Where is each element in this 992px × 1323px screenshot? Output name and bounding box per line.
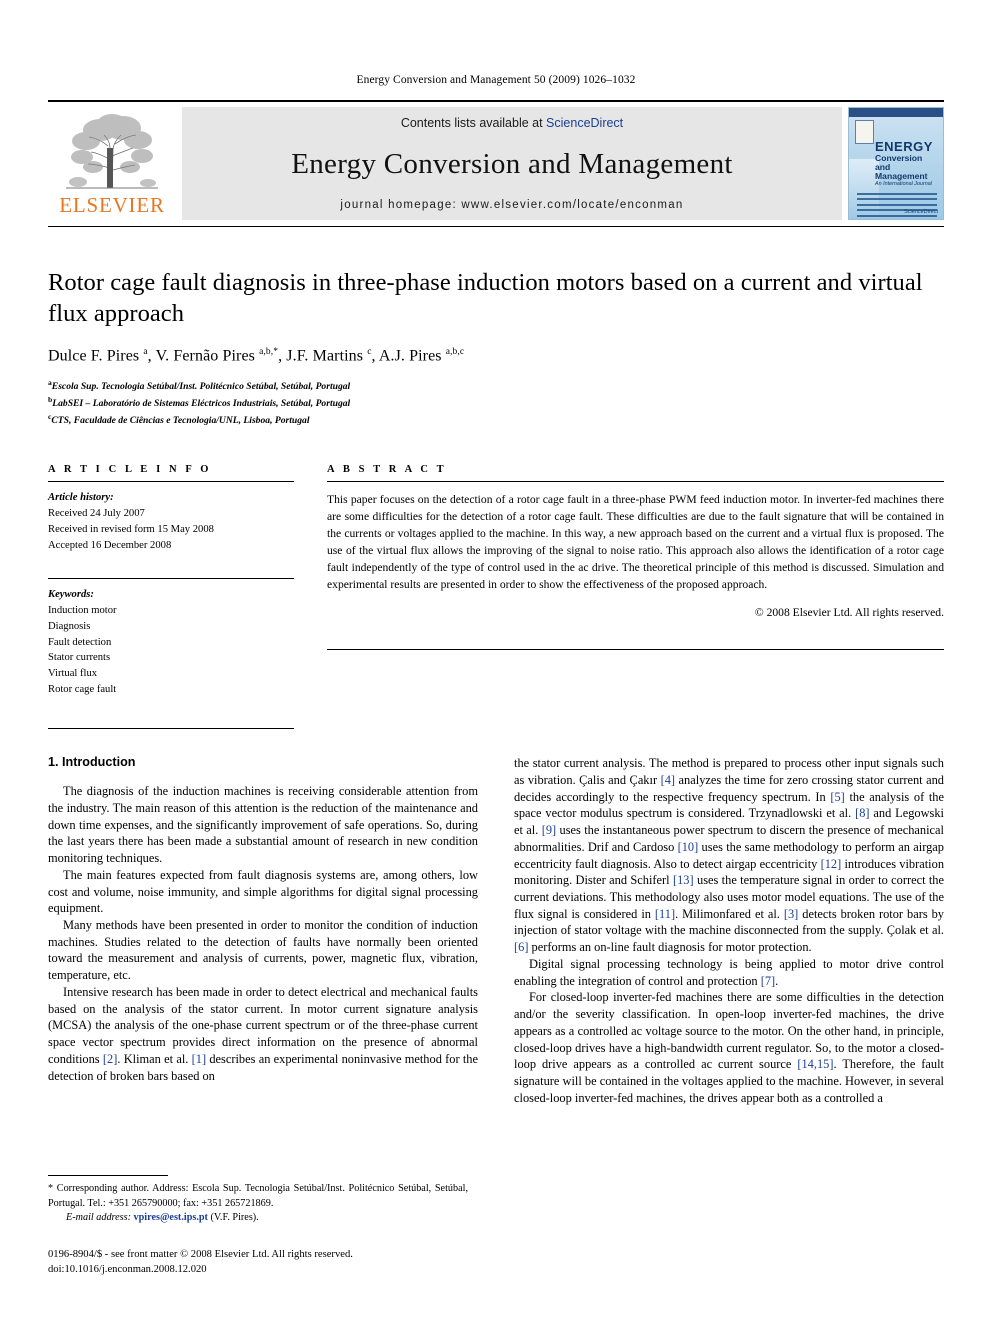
contents-line: Contents lists available at ScienceDirec… <box>401 116 623 130</box>
journal-band: Contents lists available at ScienceDirec… <box>182 107 842 220</box>
keyword-item: Stator currents <box>48 652 111 664</box>
cover-top-bar <box>849 108 943 117</box>
citation-link[interactable]: [2] <box>103 1052 117 1066</box>
paper-page: Energy Conversion and Management 50 (200… <box>0 0 992 1323</box>
article-info-bottom-rule <box>48 728 294 730</box>
cover-title: ENERGY Conversion and Management An Inte… <box>875 140 939 187</box>
abstract-text: This paper focuses on the detection of a… <box>327 493 944 592</box>
paragraph-with-refs: Digital signal processing technology is … <box>514 956 944 988</box>
paragraph-with-refs: For closed-loop inverter-fed machines th… <box>514 990 944 1105</box>
paragraph-with-refs: the stator current analysis. The method … <box>514 756 945 955</box>
keyword-item: Induction motor <box>48 604 117 616</box>
citation-link[interactable]: [8] <box>855 806 869 820</box>
elsevier-tree-icon <box>60 108 164 194</box>
footnote-area: * Corresponding author. Address: Escola … <box>48 1175 468 1277</box>
email-label: E-mail address: <box>66 1212 131 1224</box>
body-column-left: 1. Introduction The diagnosis of the ind… <box>48 755 478 1106</box>
article-history-label: Article history: <box>48 492 114 504</box>
affiliation-item: bLabSEI – Laboratório de Sistemas Eléctr… <box>48 395 351 410</box>
citation-link[interactable]: [3] <box>784 907 798 921</box>
cover-title-line2: Conversion and <box>875 152 923 172</box>
citation-link[interactable]: [5] <box>830 790 844 804</box>
citation-link[interactable]: [10] <box>678 840 699 854</box>
email-link[interactable]: vpires@est.ips.pt <box>134 1212 208 1223</box>
citation-link[interactable]: [14,15] <box>797 1057 833 1071</box>
paragraph: The diagnosis of the induction machines … <box>48 784 478 866</box>
citation-link[interactable]: [11] <box>655 907 675 921</box>
doi-line: doi:10.1016/j.enconman.2008.12.020 <box>48 1263 207 1275</box>
page-title: Rotor cage fault diagnosis in three-phas… <box>48 269 923 328</box>
body-column-right: the stator current analysis. The method … <box>514 755 944 1106</box>
abstract-heading: A B S T R A C T <box>327 464 447 476</box>
abstract-column: A B S T R A C T This paper focuses on th… <box>327 464 944 729</box>
history-item: Received in revised form 15 May 2008 <box>48 524 214 536</box>
keyword-item: Virtual flux <box>48 668 98 680</box>
journal-cover-thumbnail[interactable]: ENERGY Conversion and Management An Inte… <box>848 107 944 220</box>
citation-link[interactable]: [1] <box>192 1052 206 1066</box>
journal-name: Energy Conversion and Management <box>291 148 733 180</box>
citation-link[interactable]: [4] <box>661 773 675 787</box>
corresponding-author-note: * Corresponding author. Address: Escola … <box>48 1183 468 1209</box>
sciencedirect-link[interactable]: ScienceDirect <box>546 116 623 130</box>
affiliation-item: cCTS, Faculdade de Ciências e Tecnologia… <box>48 412 310 427</box>
history-item: Accepted 16 December 2008 <box>48 540 172 551</box>
body-columns: 1. Introduction The diagnosis of the ind… <box>48 755 944 1106</box>
history-item: Received 24 July 2007 <box>48 508 145 520</box>
email-note: E-mail address: vpires@est.ips.pt (V.F. … <box>48 1211 468 1225</box>
citation-link[interactable]: [9] <box>542 823 556 837</box>
keywords-label: Keywords: <box>48 588 94 600</box>
title-block: Rotor cage fault diagnosis in three-phas… <box>48 267 944 428</box>
affiliation-item: aEscola Sup. Tecnologia Setúbal/Inst. Po… <box>48 378 351 393</box>
cover-title-line3: Management <box>875 170 928 181</box>
info-abstract-section: A R T I C L E I N F O Article history: R… <box>48 464 944 730</box>
footnote-rule <box>48 1175 168 1177</box>
paragraph-with-refs: Intensive research has been made in orde… <box>48 984 478 1083</box>
journal-masthead: ELSEVIER Contents lists available at Sci… <box>48 100 944 227</box>
article-info-column: A R T I C L E I N F O Article history: R… <box>48 464 294 730</box>
imprint-block: 0196-8904/$ - see front matter © 2008 El… <box>48 1247 468 1277</box>
email-suffix: (V.F. Pires). <box>210 1212 259 1224</box>
author-list: Dulce F. Pires a, V. Fernão Pires a,b,*,… <box>48 346 465 365</box>
citation-link[interactable]: [12] <box>821 857 842 871</box>
journal-homepage-link[interactable]: journal homepage: www.elsevier.com/locat… <box>340 199 683 211</box>
keyword-item: Rotor cage fault <box>48 684 117 696</box>
section-heading-introduction: 1. Introduction <box>48 755 136 770</box>
cover-topic-lines <box>857 193 937 219</box>
keywords-block: Keywords: Induction motor Diagnosis Faul… <box>48 579 294 698</box>
elsevier-logo: ELSEVIER <box>48 102 176 226</box>
keyword-item: Fault detection <box>48 636 112 648</box>
paragraph: Many methods have been presented in orde… <box>48 918 478 983</box>
running-head: Energy Conversion and Management 50 (200… <box>356 74 636 86</box>
elsevier-wordmark: ELSEVIER <box>59 193 165 217</box>
article-info-heading: A R T I C L E I N F O <box>48 464 212 476</box>
keyword-item: Diagnosis <box>48 620 91 632</box>
cover-badge <box>855 120 874 144</box>
article-history: Article history: Received 24 July 2007 R… <box>48 482 294 554</box>
citation-link[interactable]: [13] <box>673 873 694 887</box>
contents-prefix: Contents lists available at <box>400 116 547 130</box>
issn-line: 0196-8904/$ - see front matter © 2008 El… <box>48 1248 353 1260</box>
abstract-bottom-rule <box>327 648 944 650</box>
cover-title-line4: An International Journal <box>875 180 932 187</box>
cover-title-line1: ENERGY <box>875 139 933 154</box>
affiliation-list: aEscola Sup. Tecnologia Setúbal/Inst. Po… <box>48 377 944 428</box>
paragraph: The main features expected from fault di… <box>48 867 478 916</box>
citation-link[interactable]: [7] <box>761 974 775 988</box>
abstract-copyright: © 2008 Elsevier Ltd. All rights reserved… <box>754 605 944 619</box>
cover-footer-text: ScienceDirect <box>904 209 938 215</box>
citation-link[interactable]: [6] <box>514 940 528 954</box>
